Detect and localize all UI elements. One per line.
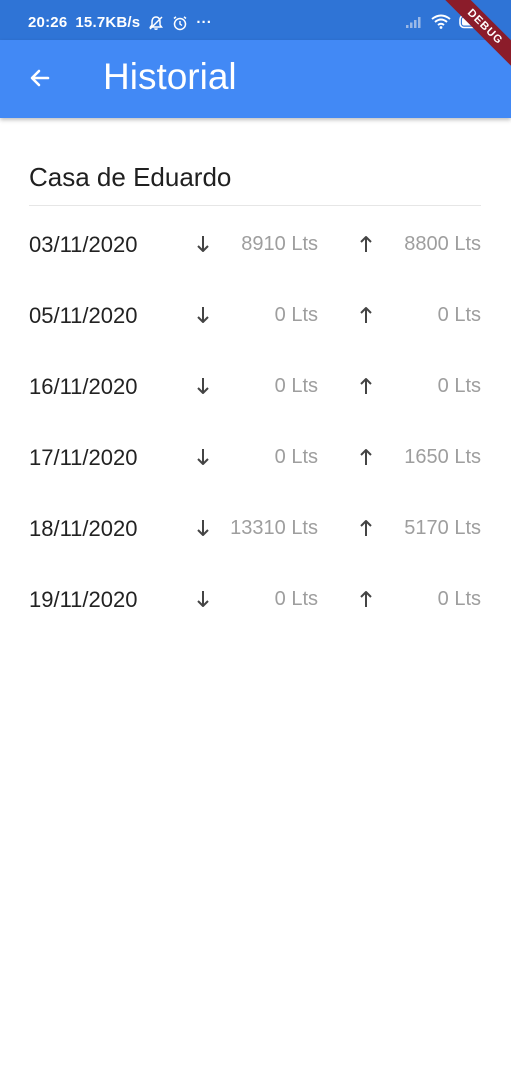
row-outflow: 0 Lts: [437, 304, 481, 326]
status-speed: 15.7KB/s: [75, 14, 141, 31]
status-time: 20:26: [28, 14, 68, 31]
row-date: 17/11/2020: [29, 445, 138, 470]
status-bar: 20:26 15.7KB/s ··· DEBUG: [0, 0, 511, 76]
wifi-icon: [431, 14, 451, 34]
row-date: 03/11/2020: [29, 232, 138, 257]
row-date: 19/11/2020: [29, 587, 138, 612]
arrow-back-icon: [30, 69, 50, 87]
row-inflow: 0 Lts: [274, 304, 318, 326]
page-title: Historial: [103, 56, 237, 97]
back-button[interactable]: [22, 60, 58, 96]
row-date: 18/11/2020: [29, 516, 138, 541]
status-left: 20:26 15.7KB/s ···: [28, 14, 212, 31]
history-row[interactable]: 03/11/2020 8910 Lts 8800 Lts: [29, 210, 481, 281]
row-inflow: 0 Lts: [274, 588, 318, 610]
row-inflow: 8910 Lts: [241, 233, 318, 255]
section-divider: [29, 205, 481, 206]
row-outflow: 8800 Lts: [404, 233, 481, 255]
bell-off-icon: [148, 15, 164, 31]
history-row[interactable]: 18/11/2020 13310 Lts 5170 Lts: [29, 494, 481, 565]
history-row[interactable]: 19/11/2020 0 Lts 0 Lts: [29, 565, 481, 636]
history-row[interactable]: 17/11/2020 0 Lts 1650 Lts: [29, 423, 481, 494]
row-inflow: 0 Lts: [274, 446, 318, 468]
row-outflow: 0 Lts: [437, 375, 481, 397]
row-inflow: 0 Lts: [274, 375, 318, 397]
row-outflow: 0 Lts: [437, 588, 481, 610]
row-inflow: 13310 Lts: [230, 517, 318, 539]
history-row[interactable]: 16/11/2020 0 Lts 0 Lts: [29, 352, 481, 423]
history-list: 03/11/2020 8910 Lts 8800 Lts 05/11/2020 …: [29, 210, 481, 636]
row-date: 05/11/2020: [29, 303, 138, 328]
app-bar: Historial: [0, 40, 511, 118]
status-more: ···: [196, 14, 212, 31]
row-outflow: 5170 Lts: [404, 517, 481, 539]
signal-icon: [405, 15, 423, 34]
history-row[interactable]: 05/11/2020 0 Lts 0 Lts: [29, 281, 481, 352]
alarm-icon: [172, 15, 188, 31]
row-date: 16/11/2020: [29, 374, 138, 399]
row-outflow: 1650 Lts: [404, 446, 481, 468]
location-title: Casa de Eduardo: [29, 162, 232, 192]
